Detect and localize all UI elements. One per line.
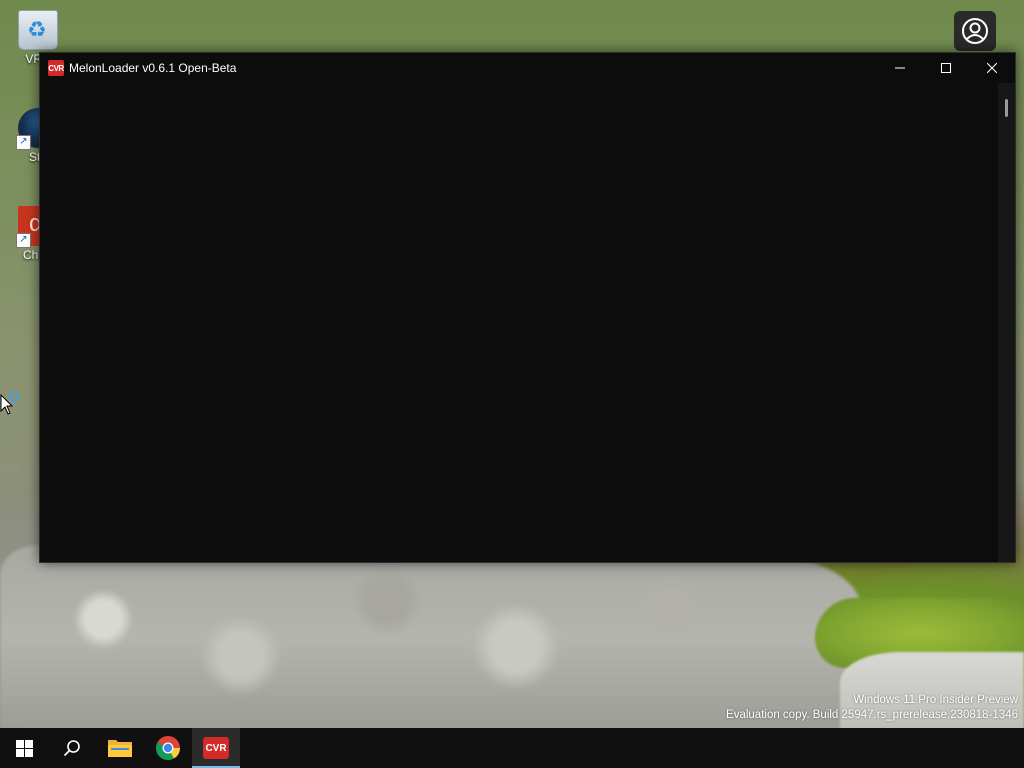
- overlay-profile-button[interactable]: [954, 11, 996, 51]
- maximize-button[interactable]: [923, 53, 969, 83]
- recycle-bin-icon: [18, 10, 58, 50]
- chilloutvr-icon: CVR: [203, 737, 229, 759]
- close-icon: [987, 63, 997, 73]
- minimize-button[interactable]: [877, 53, 923, 83]
- close-button[interactable]: [969, 53, 1015, 83]
- console-scrollbar[interactable]: [998, 83, 1015, 562]
- search-icon: [63, 740, 80, 757]
- console-output-area[interactable]: [40, 83, 1015, 562]
- person-circle-icon: [962, 18, 988, 44]
- melonloader-icon: CVR: [48, 60, 64, 76]
- taskbar: CVR: [0, 728, 1024, 768]
- taskbar-search-button[interactable]: [48, 728, 96, 768]
- shortcut-arrow-icon: ↗: [16, 233, 31, 248]
- window-controls: [877, 53, 1015, 83]
- busy-indicator-icon: [9, 392, 19, 402]
- window-titlebar[interactable]: CVR MelonLoader v0.6.1 Open-Beta: [40, 53, 1015, 83]
- watermark-line-2: Evaluation copy. Build 25947.rs_prerelea…: [726, 709, 1018, 721]
- shortcut-arrow-icon: ↗: [16, 135, 31, 150]
- taskbar-file-explorer-button[interactable]: [96, 728, 144, 768]
- melonloader-console-window: CVR MelonLoader v0.6.1 Open-Beta: [39, 52, 1016, 563]
- start-button[interactable]: [0, 728, 48, 768]
- folder-icon: [108, 740, 132, 757]
- minimize-icon: [895, 67, 905, 69]
- scrollbar-thumb[interactable]: [1005, 99, 1008, 117]
- taskbar-chilloutvr-button[interactable]: CVR: [192, 728, 240, 768]
- windows-watermark: Windows 11 Pro Insider Preview Evaluatio…: [726, 693, 1018, 723]
- taskbar-chrome-button[interactable]: [144, 728, 192, 768]
- chrome-icon: [156, 736, 180, 761]
- taskbar-app-icon-text: CVR: [205, 742, 227, 754]
- watermark-line-1: Windows 11 Pro Insider Preview: [853, 694, 1018, 706]
- app-icon-text: CVR: [48, 63, 64, 73]
- windows-start-icon: [15, 739, 33, 757]
- window-title: MelonLoader v0.6.1 Open-Beta: [69, 61, 237, 75]
- maximize-icon: [941, 63, 951, 73]
- desktop: VRC ↗ Ste ↗ Chillo CVR MelonLoader v0.6.…: [0, 0, 1024, 768]
